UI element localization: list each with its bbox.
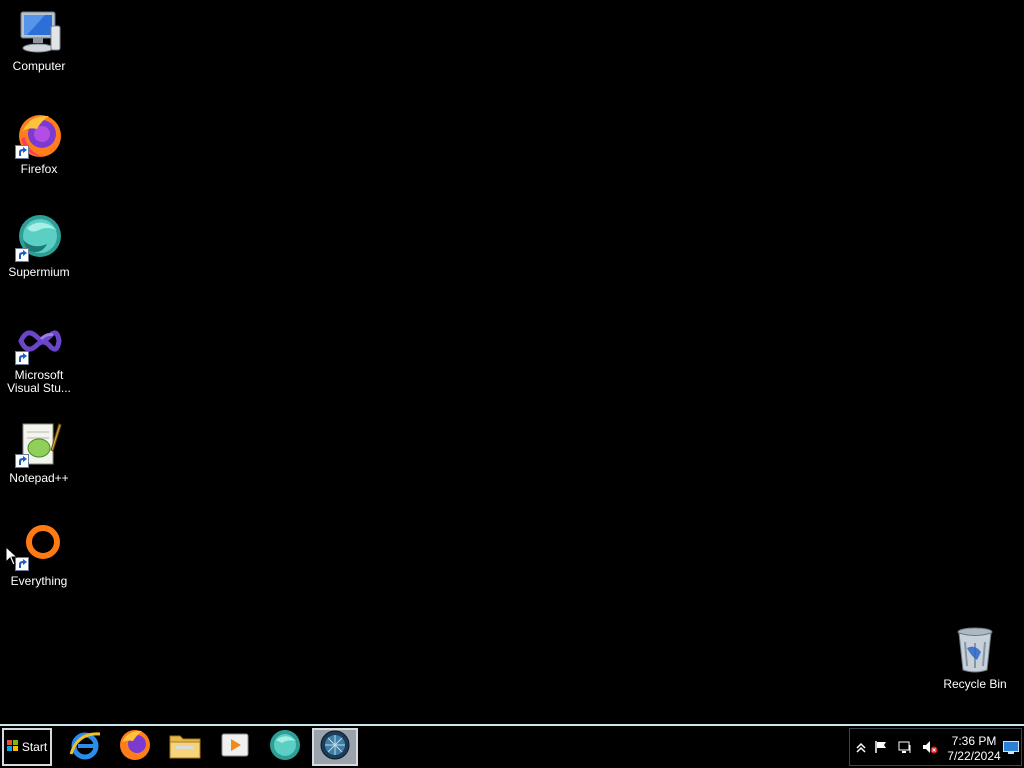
shortcut-arrow-icon: [15, 351, 29, 365]
shortcut-arrow-icon: [15, 248, 29, 262]
taskbar-firefox[interactable]: [112, 728, 158, 766]
desktop-icon-recycle-bin[interactable]: Recycle Bin: [936, 626, 1014, 691]
network-globe-icon: [319, 729, 351, 766]
desktop-icon-label: Microsoft Visual Stu...: [7, 368, 71, 395]
clock[interactable]: 7:36 PM 7/22/2024: [944, 734, 1004, 764]
show-desktop-icon[interactable]: [1003, 741, 1019, 755]
shortcut-arrow-icon: [15, 557, 29, 571]
file-explorer-icon: [168, 728, 202, 767]
taskbar-supermium[interactable]: [262, 728, 308, 766]
recycle-bin-icon: [951, 626, 999, 674]
supermium-icon: [268, 728, 302, 767]
show-hidden-icon[interactable]: [854, 740, 868, 754]
taskbar: Start 7:36 PM 7/22/2024: [0, 724, 1024, 768]
desktop-icon-label: Everything: [10, 574, 68, 588]
shortcut-arrow-icon: [15, 454, 29, 468]
volume-muted-icon[interactable]: [922, 740, 938, 754]
start-label: Start: [21, 740, 48, 754]
taskbar-file-explorer[interactable]: [162, 728, 208, 766]
desktop-icon-label: Notepad++: [9, 471, 69, 485]
desktop-icon-computer[interactable]: Computer: [0, 8, 78, 73]
internet-explorer-icon: [68, 728, 102, 767]
clock-date: 7/22/2024: [947, 749, 1001, 763]
network-icon[interactable]: [898, 740, 912, 754]
desktop-icon-notepadpp[interactable]: Notepad++: [0, 420, 78, 485]
system-tray: 7:36 PM 7/22/2024: [849, 728, 1022, 766]
media-player-icon: [218, 728, 252, 767]
computer-icon: [15, 8, 63, 56]
desktop-icon-label: Recycle Bin: [943, 677, 1007, 691]
shortcut-arrow-icon: [15, 145, 29, 159]
clock-time: 7:36 PM: [951, 734, 997, 748]
desktop-icon-label: Computer: [12, 59, 66, 73]
firefox-icon: [15, 111, 63, 159]
visual-studio-icon: [15, 317, 63, 365]
desktop-icon-firefox[interactable]: Firefox: [0, 111, 78, 176]
desktop-icon-visual-studio[interactable]: Microsoft Visual Stu...: [0, 317, 78, 395]
desktop-icon-label: Firefox: [20, 162, 58, 176]
start-button[interactable]: Start: [2, 728, 52, 766]
taskbar-internet-explorer[interactable]: [62, 728, 108, 766]
desktop-icon-label: Supermium: [8, 265, 70, 279]
taskbar-network-globe[interactable]: [312, 728, 358, 766]
action-center-flag-icon[interactable]: [874, 740, 888, 754]
everything-icon: [15, 523, 63, 571]
desktop-icon-supermium[interactable]: Supermium: [0, 214, 78, 279]
mouse-cursor-icon: [5, 545, 19, 571]
taskbar-media-player[interactable]: [212, 728, 258, 766]
notepadpp-icon: [15, 420, 63, 468]
windows-logo-icon: [6, 739, 19, 755]
firefox-icon: [118, 728, 152, 767]
supermium-icon: [15, 214, 63, 262]
